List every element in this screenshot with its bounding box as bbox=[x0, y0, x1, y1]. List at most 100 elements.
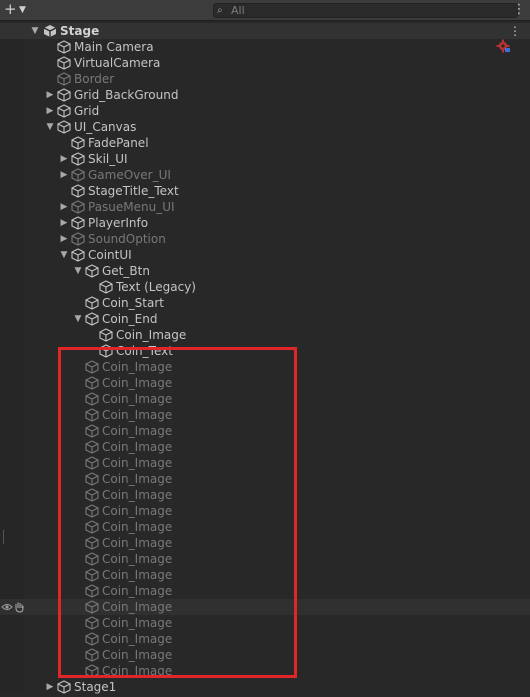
gameobject-cube-icon bbox=[85, 536, 99, 550]
hierarchy-item-label: Coin_Image bbox=[102, 536, 173, 550]
hierarchy-item[interactable]: Coin_Image bbox=[0, 519, 530, 535]
hierarchy-item-label: Coin_Image bbox=[116, 328, 187, 342]
hierarchy-item-label: Coin_Image bbox=[102, 408, 173, 422]
gameobject-cube-icon bbox=[85, 392, 99, 406]
gameobject-cube-icon bbox=[71, 216, 85, 230]
search-input[interactable]: ⌕ All bbox=[213, 3, 518, 18]
hierarchy-item[interactable]: FadePanel bbox=[0, 135, 530, 151]
hierarchy-item-label: Get_Btn bbox=[102, 264, 150, 278]
hierarchy-item-label: Coin_Image bbox=[102, 376, 173, 390]
hierarchy-item-label: Coin_Image bbox=[102, 664, 173, 678]
hierarchy-item-label: Coin_Image bbox=[102, 488, 173, 502]
gameobject-cube-icon bbox=[99, 280, 113, 294]
hierarchy-item-label: Coin_Image bbox=[102, 504, 173, 518]
hierarchy-item[interactable]: Coin_Text bbox=[0, 343, 530, 359]
hierarchy-item[interactable]: Coin_Image bbox=[0, 663, 530, 679]
collapse-arrow-icon[interactable]: ▶ bbox=[58, 199, 70, 215]
hierarchy-item[interactable]: Main Camera bbox=[0, 39, 530, 55]
hierarchy-item[interactable]: Border bbox=[0, 71, 530, 87]
hierarchy-item-label: CointUI bbox=[88, 248, 132, 262]
gameobject-cube-icon bbox=[85, 296, 99, 310]
gameobject-cube-icon bbox=[85, 424, 99, 438]
gameobject-cube-icon bbox=[85, 504, 99, 518]
hierarchy-item[interactable]: Coin_Image bbox=[0, 439, 530, 455]
hierarchy-item[interactable]: Coin_Image bbox=[0, 503, 530, 519]
hierarchy-item[interactable]: Coin_Image bbox=[0, 327, 530, 343]
gameobject-cube-icon bbox=[57, 104, 71, 118]
hierarchy-item[interactable]: Coin_Image bbox=[0, 631, 530, 647]
expand-arrow-icon[interactable]: ▼ bbox=[72, 263, 84, 279]
hierarchy-item-label: Coin_Image bbox=[102, 616, 173, 630]
hierarchy-item-label: Coin_Image bbox=[102, 440, 173, 454]
hierarchy-item[interactable]: Coin_Image bbox=[0, 615, 530, 631]
hierarchy-item-label: Coin_Image bbox=[102, 648, 173, 662]
hierarchy-item[interactable]: ▶ SoundOption bbox=[0, 231, 530, 247]
gameobject-cube-icon bbox=[85, 408, 99, 422]
hierarchy-item[interactable]: Coin_Image bbox=[0, 423, 530, 439]
hierarchy-item-label: FadePanel bbox=[88, 136, 149, 150]
hierarchy-item[interactable]: Coin_Image bbox=[0, 583, 530, 599]
caret-down-icon: ▼ bbox=[19, 5, 26, 15]
collapse-arrow-icon[interactable]: ▶ bbox=[44, 103, 56, 119]
hierarchy-item-label: Coin_Text bbox=[116, 344, 173, 358]
collapse-arrow-icon[interactable]: ▶ bbox=[58, 215, 70, 231]
gameobject-cube-icon bbox=[99, 344, 113, 358]
kebab-menu-icon[interactable]: ⋮ bbox=[512, 2, 526, 18]
scene-row[interactable]: ▼ Stage ⋮ bbox=[0, 23, 530, 39]
hierarchy-item[interactable]: Coin_Image bbox=[0, 487, 530, 503]
gameobject-cube-icon bbox=[85, 264, 99, 278]
hierarchy-item-label: VirtualCamera bbox=[74, 56, 161, 70]
hierarchy-item[interactable]: ▶ Skil_UI bbox=[0, 151, 530, 167]
eye-icon[interactable] bbox=[1, 601, 13, 613]
hierarchy-item-label: Coin_Image bbox=[102, 552, 173, 566]
hierarchy-item[interactable]: ▼ CointUI bbox=[0, 247, 530, 263]
expand-arrow-icon[interactable]: ▼ bbox=[58, 247, 70, 263]
plus-icon: + bbox=[4, 0, 17, 18]
hierarchy-item[interactable]: Coin_Image bbox=[0, 407, 530, 423]
hierarchy-item[interactable]: ▼ Coin_End bbox=[0, 311, 530, 327]
gameobject-cube-icon bbox=[57, 120, 71, 134]
hierarchy-item[interactable]: StageTitle_Text bbox=[0, 183, 530, 199]
scene-name: Stage bbox=[60, 24, 100, 38]
hierarchy-item[interactable]: ▼ Get_Btn bbox=[0, 263, 530, 279]
hierarchy-item[interactable]: ▶ Grid bbox=[0, 103, 530, 119]
expand-arrow-icon[interactable]: ▼ bbox=[29, 23, 41, 39]
hierarchy-item[interactable]: Coin_Image bbox=[0, 391, 530, 407]
hierarchy-item-label: Coin_Image bbox=[102, 600, 173, 614]
expand-arrow-icon[interactable]: ▼ bbox=[44, 119, 56, 135]
hierarchy-item-label: GameOver_UI bbox=[88, 168, 171, 182]
hierarchy-item[interactable]: ▶ PasueMenu_UI bbox=[0, 199, 530, 215]
hierarchy-item[interactable]: Coin_Image bbox=[0, 471, 530, 487]
hierarchy-item[interactable]: Coin_Image bbox=[0, 599, 530, 615]
hierarchy-item[interactable]: ▼ UI_Canvas bbox=[0, 119, 530, 135]
hierarchy-item[interactable]: VirtualCamera bbox=[0, 55, 530, 71]
gameobject-cube-icon bbox=[85, 312, 99, 326]
collapse-arrow-icon[interactable]: ▶ bbox=[58, 151, 70, 167]
hierarchy-item[interactable]: Coin_Start bbox=[0, 295, 530, 311]
hierarchy-item-label: SoundOption bbox=[88, 232, 166, 246]
expand-arrow-icon[interactable]: ▼ bbox=[72, 311, 84, 327]
hierarchy-item[interactable]: Coin_Image bbox=[0, 455, 530, 471]
hierarchy-item-label: Grid_BackGround bbox=[74, 88, 179, 102]
collapse-arrow-icon[interactable]: ▶ bbox=[58, 231, 70, 247]
hierarchy-item[interactable]: ▶ GameOver_UI bbox=[0, 167, 530, 183]
add-object-button[interactable]: + ▼ bbox=[2, 0, 30, 18]
hierarchy-item[interactable]: Coin_Image bbox=[0, 647, 530, 663]
kebab-menu-icon[interactable]: ⋮ bbox=[509, 23, 521, 39]
hand-icon[interactable] bbox=[14, 601, 25, 613]
collapse-arrow-icon[interactable]: ▶ bbox=[58, 167, 70, 183]
gameobject-cube-icon bbox=[85, 584, 99, 598]
gameobject-cube-icon bbox=[57, 56, 71, 70]
hierarchy-item[interactable]: Coin_Image bbox=[0, 551, 530, 567]
hierarchy-item[interactable]: Coin_Image bbox=[0, 567, 530, 583]
hierarchy-item[interactable]: ▶ PlayerInfo bbox=[0, 215, 530, 231]
hierarchy-item[interactable]: Coin_Image bbox=[0, 359, 530, 375]
collapse-arrow-icon[interactable]: ▶ bbox=[44, 87, 56, 103]
gameobject-cube-icon bbox=[85, 360, 99, 374]
hierarchy-item[interactable]: ▶ Grid_BackGround bbox=[0, 87, 530, 103]
hierarchy-item[interactable]: Text (Legacy) bbox=[0, 279, 530, 295]
gameobject-cube-icon bbox=[57, 40, 71, 54]
gameobject-cube-icon bbox=[71, 232, 85, 246]
hierarchy-item[interactable]: Coin_Image bbox=[0, 375, 530, 391]
hierarchy-item[interactable]: Coin_Image bbox=[0, 535, 530, 551]
